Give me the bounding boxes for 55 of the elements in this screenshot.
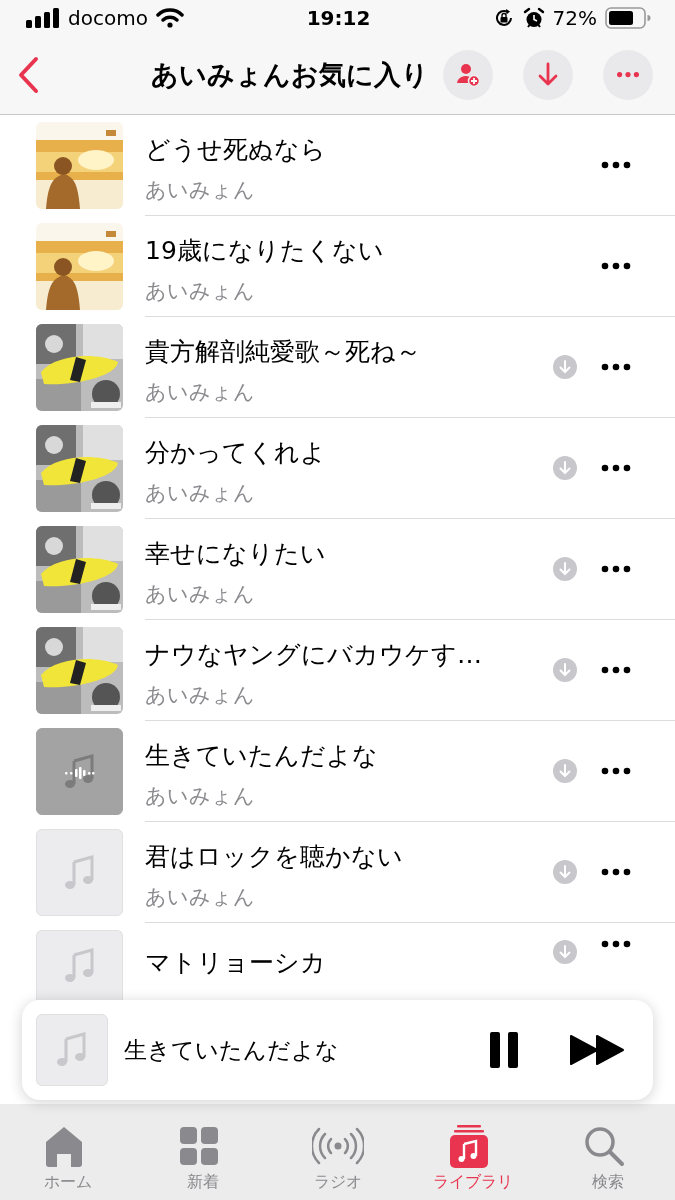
- song-title: 貴方解剖純愛歌～死ね～: [145, 335, 422, 368]
- song-row[interactable]: 19歳になりたくない あいみょん: [0, 216, 675, 317]
- song-row[interactable]: 君はロックを聴かない あいみょん: [0, 822, 675, 923]
- more-icon[interactable]: [601, 940, 631, 948]
- pause-icon[interactable]: [487, 1031, 521, 1069]
- more-button[interactable]: [603, 50, 653, 100]
- more-icon[interactable]: [601, 262, 631, 270]
- playlist-title: あいみょんお気に入り: [151, 58, 429, 92]
- song-row[interactable]: 生きていたんだよな あいみょん: [0, 721, 675, 822]
- song-artist: あいみょん: [145, 378, 256, 406]
- now-playing-title: 生きていたんだよな: [124, 1035, 340, 1065]
- battery-icon: [605, 7, 651, 29]
- now-playing-icon: [65, 767, 95, 779]
- more-icon[interactable]: [601, 464, 631, 472]
- song-row[interactable]: 分かってくれよ あいみょん: [0, 418, 675, 519]
- battery-percentage: 72%: [552, 6, 597, 30]
- song-artist: あいみょん: [145, 277, 256, 305]
- song-title: 君はロックを聴かない: [145, 840, 404, 873]
- more-icon[interactable]: [601, 565, 631, 573]
- song-row[interactable]: 幸せになりたい あいみょん: [0, 519, 675, 620]
- song-artist: あいみょん: [145, 479, 256, 507]
- more-icon[interactable]: [601, 767, 631, 775]
- person-add-icon: [454, 61, 482, 89]
- wifi-icon: [155, 8, 184, 28]
- song-title: ナウなヤングにバカウケす…: [145, 638, 483, 671]
- fast-forward-icon[interactable]: [569, 1034, 625, 1066]
- song-title: 幸せになりたい: [145, 537, 327, 570]
- song-artist: あいみょん: [145, 782, 256, 810]
- alarm-icon: [522, 7, 545, 29]
- song-artist: あいみょん: [145, 176, 256, 204]
- song-title: どうせ死ぬなら: [145, 133, 327, 166]
- more-icon[interactable]: [601, 161, 631, 169]
- status-time: 19:12: [306, 6, 371, 30]
- song-artist: あいみょん: [145, 580, 256, 608]
- song-artist: あいみょん: [145, 883, 256, 911]
- signal-icon: [26, 8, 60, 28]
- song-row[interactable]: 貴方解剖純愛歌～死ね～ あいみょん: [0, 317, 675, 418]
- more-icon[interactable]: [601, 666, 631, 674]
- song-row[interactable]: マトリョーシカ: [0, 923, 675, 1000]
- song-title: マトリョーシカ: [145, 947, 327, 979]
- tab-item[interactable]: ライブラリ: [417, 1124, 528, 1200]
- song-title: 19歳になりたくない: [145, 234, 385, 267]
- song-row[interactable]: ナウなヤングにバカウケす… あいみょん: [0, 620, 675, 721]
- download-button[interactable]: [523, 50, 573, 100]
- song-row[interactable]: どうせ死ぬなら あいみょん: [0, 115, 675, 216]
- more-icon: [617, 72, 639, 78]
- song-title: 分かってくれよ: [145, 436, 327, 469]
- mini-player[interactable]: 生きていたんだよな: [22, 1000, 653, 1100]
- carrier-name: docomo: [68, 6, 148, 30]
- more-icon[interactable]: [601, 868, 631, 876]
- song-title: 生きていたんだよな: [145, 739, 379, 772]
- more-icon[interactable]: [601, 363, 631, 371]
- back-icon[interactable]: [16, 55, 40, 95]
- add-person-button[interactable]: [443, 50, 493, 100]
- song-artist: あいみょん: [145, 681, 256, 709]
